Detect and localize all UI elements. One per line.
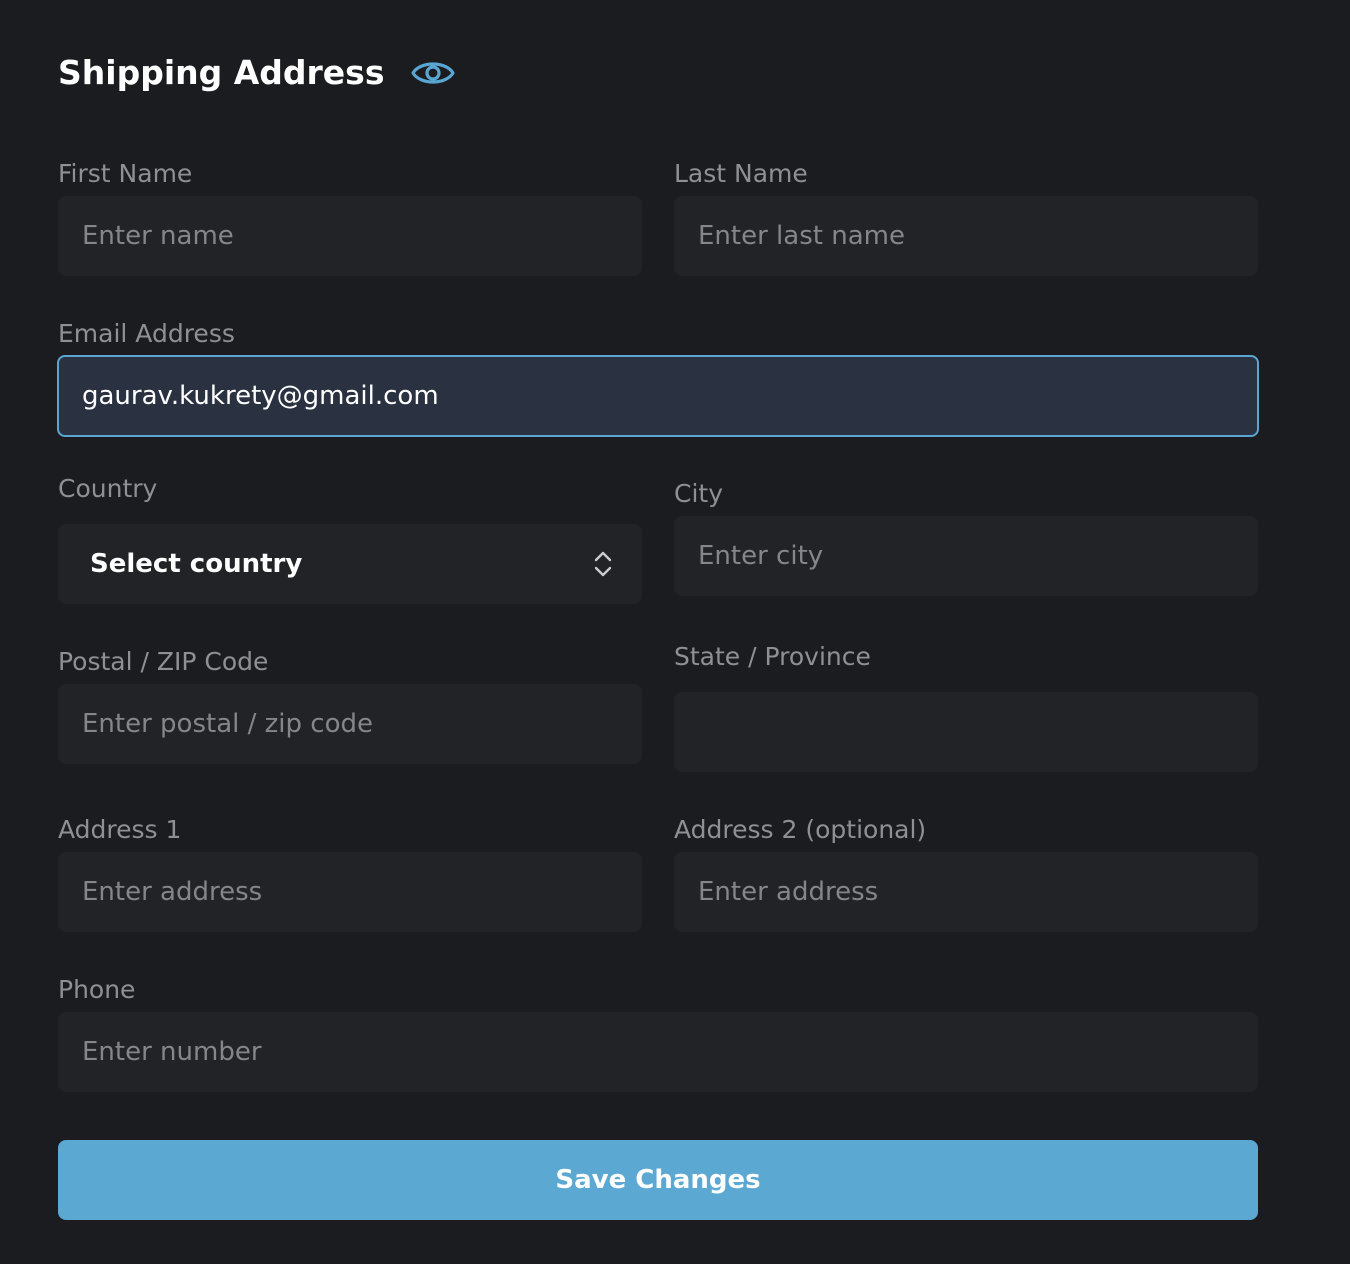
state-input[interactable] bbox=[674, 692, 1258, 772]
first-name-input[interactable] bbox=[58, 196, 642, 276]
postal-label: Postal / ZIP Code bbox=[58, 647, 269, 676]
first-name-label: First Name bbox=[58, 159, 193, 188]
email-field-container bbox=[57, 355, 1259, 437]
postal-input[interactable] bbox=[58, 684, 642, 764]
phone-input[interactable] bbox=[58, 1012, 1258, 1092]
save-changes-button[interactable]: Save Changes bbox=[58, 1140, 1258, 1220]
last-name-label: Last Name bbox=[674, 159, 808, 188]
address2-label: Address 2 (optional) bbox=[674, 815, 927, 844]
postal-field-container bbox=[58, 684, 642, 764]
country-label: Country bbox=[58, 474, 158, 503]
address2-input[interactable] bbox=[674, 852, 1258, 932]
chevron-up-down-icon bbox=[592, 549, 614, 579]
last-name-field-container bbox=[674, 196, 1258, 276]
city-input[interactable] bbox=[674, 516, 1258, 596]
first-name-field-container bbox=[58, 196, 642, 276]
phone-label: Phone bbox=[58, 975, 136, 1004]
phone-field-container bbox=[58, 1012, 1258, 1092]
title-row: Shipping Address bbox=[58, 48, 456, 98]
country-select-value: Select country bbox=[90, 549, 303, 579]
page-title: Shipping Address bbox=[58, 53, 385, 92]
state-label: State / Province bbox=[674, 642, 871, 671]
address1-input[interactable] bbox=[58, 852, 642, 932]
eye-icon[interactable] bbox=[410, 56, 456, 90]
city-label: City bbox=[674, 479, 723, 508]
address2-field-container bbox=[674, 852, 1258, 932]
country-select[interactable]: Select country bbox=[58, 524, 642, 604]
address1-label: Address 1 bbox=[58, 815, 182, 844]
last-name-input[interactable] bbox=[674, 196, 1258, 276]
address1-field-container bbox=[58, 852, 642, 932]
email-label: Email Address bbox=[58, 319, 235, 348]
state-field-container bbox=[674, 692, 1258, 772]
email-input[interactable] bbox=[59, 357, 1257, 435]
city-field-container bbox=[674, 516, 1258, 596]
